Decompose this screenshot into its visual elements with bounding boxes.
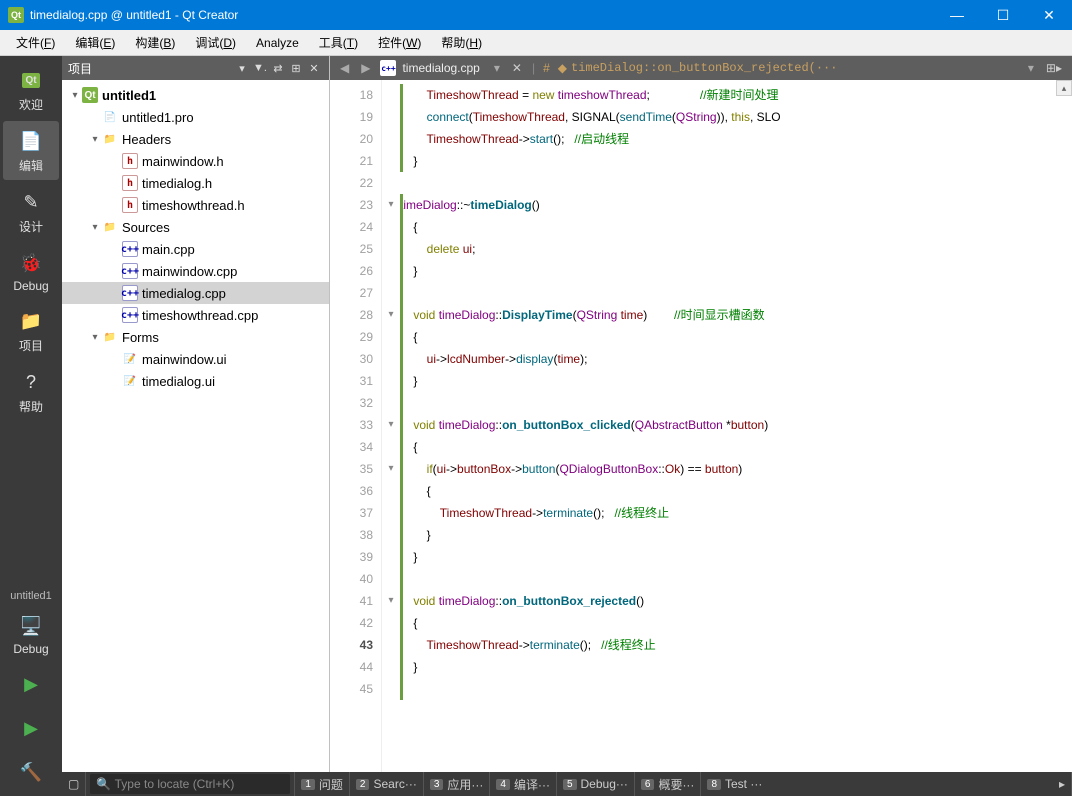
tree-item[interactable]: htimeshowthread.h bbox=[62, 194, 329, 216]
run-target[interactable]: 🖥️Debug bbox=[3, 606, 59, 662]
change-marker bbox=[400, 194, 403, 700]
window-title: timedialog.cpp @ untitled1 - Qt Creator bbox=[30, 8, 934, 22]
tree-item[interactable]: ▾📁Headers bbox=[62, 128, 329, 150]
nav-back-icon[interactable]: ◀ bbox=[334, 61, 355, 75]
menu-文件[interactable]: 文件(F) bbox=[6, 31, 65, 54]
output-pane-3[interactable]: 3应用··· bbox=[423, 772, 490, 796]
crumb-dropdown-icon[interactable]: ▾ bbox=[1022, 61, 1040, 75]
title-bar: Qt timedialog.cpp @ untitled1 - Qt Creat… bbox=[0, 0, 1072, 30]
status-bar: ▢ 🔍 Type to locate (Ctrl+K) 1问题2Searc···… bbox=[62, 772, 1072, 796]
change-marker bbox=[400, 84, 403, 172]
output-pane-2[interactable]: 2Searc··· bbox=[349, 772, 423, 796]
menu-调试[interactable]: 调试(D) bbox=[185, 31, 246, 54]
dropdown-icon[interactable]: ▾ bbox=[233, 62, 251, 75]
tree-item[interactable]: c++timedialog.cpp bbox=[62, 282, 329, 304]
mode-欢迎[interactable]: Qt欢迎 bbox=[3, 60, 59, 119]
symbol-icon: # bbox=[539, 61, 554, 75]
split-icon[interactable]: ⊞ bbox=[287, 62, 305, 75]
menu-控件[interactable]: 控件(W) bbox=[368, 31, 431, 54]
project-header: 项目 ▾ ▼. ⇄ ⊞ ✕ bbox=[62, 56, 329, 80]
output-pane-4[interactable]: 4编译··· bbox=[489, 772, 556, 796]
tree-item[interactable]: hmainwindow.h bbox=[62, 150, 329, 172]
mode-帮助[interactable]: ?帮助 bbox=[3, 362, 59, 421]
mode-Debug[interactable]: 🐞Debug bbox=[3, 243, 59, 299]
tree-item[interactable]: c++mainwindow.cpp bbox=[62, 260, 329, 282]
search-icon: 🔍 bbox=[96, 777, 111, 791]
build-button[interactable]: 🔨 bbox=[3, 752, 59, 794]
open-file-tab[interactable]: timedialog.cpp bbox=[400, 61, 487, 75]
editor-tabbar: ◀ ▶ c++ timedialog.cpp ▾ ✕ | # ◆ timeDia… bbox=[330, 56, 1072, 80]
toggle-sidebar-icon[interactable]: ▢ bbox=[62, 772, 86, 796]
tab-close-icon[interactable]: ✕ bbox=[506, 61, 528, 75]
output-pane-1[interactable]: 1问题 bbox=[294, 772, 349, 796]
tree-item[interactable]: htimedialog.h bbox=[62, 172, 329, 194]
tree-item[interactable]: 📝timedialog.ui bbox=[62, 370, 329, 392]
menu-帮助[interactable]: 帮助(H) bbox=[431, 31, 492, 54]
project-pane: 项目 ▾ ▼. ⇄ ⊞ ✕ ▾Qtuntitled1📄untitled1.pro… bbox=[62, 56, 330, 772]
tab-dropdown-icon[interactable]: ▾ bbox=[488, 61, 506, 75]
maximize-button[interactable]: ☐ bbox=[980, 0, 1026, 30]
kit-label[interactable]: untitled1 bbox=[6, 586, 56, 606]
split-editor-icon[interactable]: ⊞▸ bbox=[1040, 61, 1068, 75]
output-pane-8[interactable]: 8Test ··· bbox=[700, 772, 768, 796]
tree-item[interactable]: c++main.cpp bbox=[62, 238, 329, 260]
symbol-crumb[interactable]: timeDialog::on_buttonBox_rejected(··· bbox=[571, 61, 1022, 75]
editor-pane: ◀ ▶ c++ timedialog.cpp ▾ ✕ | # ◆ timeDia… bbox=[330, 56, 1072, 772]
tree-item[interactable]: ▾📁Sources bbox=[62, 216, 329, 238]
output-pane-5[interactable]: 5Debug··· bbox=[556, 772, 634, 796]
locator-input[interactable]: 🔍 Type to locate (Ctrl+K) bbox=[90, 774, 290, 794]
menu-构建[interactable]: 构建(B) bbox=[125, 31, 185, 54]
sync-icon[interactable]: ⇄ bbox=[269, 62, 287, 75]
filter-icon[interactable]: ▼. bbox=[251, 62, 269, 74]
scroll-up-icon[interactable]: ▴ bbox=[1056, 80, 1072, 96]
run-button[interactable]: ▶ bbox=[3, 664, 59, 706]
tree-item[interactable]: 📄untitled1.pro bbox=[62, 106, 329, 128]
menu-Analyze[interactable]: Analyze bbox=[246, 33, 309, 53]
tree-item[interactable]: ▾📁Forms bbox=[62, 326, 329, 348]
mode-项目[interactable]: 📁项目 bbox=[3, 301, 59, 360]
tree-item[interactable]: ▾Qtuntitled1 bbox=[62, 84, 329, 106]
minimize-button[interactable]: — bbox=[934, 0, 980, 30]
menu-工具[interactable]: 工具(T) bbox=[309, 31, 368, 54]
output-menu-icon[interactable]: ▸ bbox=[1053, 772, 1072, 796]
menu-编辑[interactable]: 编辑(E) bbox=[65, 31, 125, 54]
close-pane-icon[interactable]: ✕ bbox=[305, 62, 323, 75]
app-icon: Qt bbox=[8, 7, 24, 23]
close-button[interactable]: ✕ bbox=[1026, 0, 1072, 30]
tree-item[interactable]: c++timeshowthread.cpp bbox=[62, 304, 329, 326]
mode-编辑[interactable]: 📄编辑 bbox=[3, 121, 59, 180]
mode-设计[interactable]: ✎设计 bbox=[3, 182, 59, 241]
line-gutter: 1819202122232425262728293031323334353637… bbox=[330, 80, 382, 772]
fold-column[interactable]: ▾▾▾▾▾ bbox=[382, 80, 400, 772]
menu-bar: 文件(F)编辑(E)构建(B)调试(D)Analyze工具(T)控件(W)帮助(… bbox=[0, 30, 1072, 56]
mode-sidebar: Qt欢迎📄编辑✎设计🐞Debug📁项目?帮助 untitled1 🖥️Debug… bbox=[0, 56, 62, 796]
tree-item[interactable]: 📝mainwindow.ui bbox=[62, 348, 329, 370]
code-area[interactable]: TimeshowThread = new timeshowThread; //新… bbox=[400, 80, 1072, 772]
nav-fwd-icon[interactable]: ▶ bbox=[355, 61, 376, 75]
file-type-icon: c++ bbox=[380, 60, 396, 76]
debug-run-button[interactable]: ▶ bbox=[3, 708, 59, 750]
project-tree[interactable]: ▾Qtuntitled1📄untitled1.pro▾📁Headershmain… bbox=[62, 80, 329, 772]
output-pane-6[interactable]: 6概要··· bbox=[634, 772, 701, 796]
code-editor[interactable]: 1819202122232425262728293031323334353637… bbox=[330, 80, 1072, 772]
func-icon: ◆ bbox=[554, 61, 571, 75]
